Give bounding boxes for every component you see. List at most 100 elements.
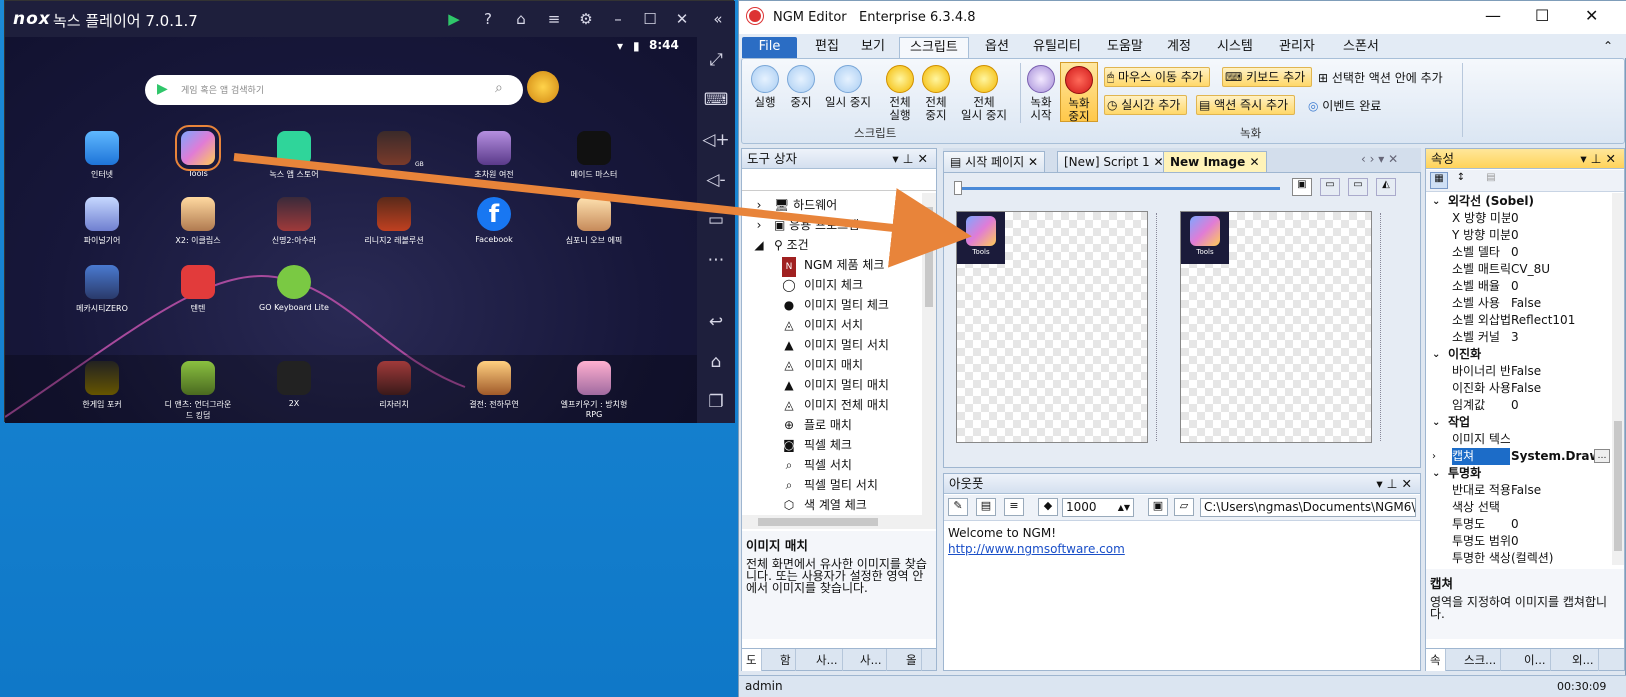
game-center-icon[interactable] xyxy=(527,71,559,103)
recent-apps-icon[interactable]: ❐ xyxy=(697,387,735,417)
dock-app[interactable]: 리자러치 xyxy=(357,361,431,410)
property-row[interactable]: 소벨 배율 0 xyxy=(1426,278,1612,295)
property-value[interactable]: CV_8U xyxy=(1511,261,1550,278)
app-search-bar[interactable]: ▶ 게임 혹은 앱 검색하기 ⌕ xyxy=(145,75,523,105)
spinner-arrows-icon[interactable]: ▲▼ xyxy=(1118,499,1130,516)
minimize-icon[interactable]: – xyxy=(607,9,629,29)
property-row[interactable]: Y 방향 미분 0 xyxy=(1426,227,1612,244)
interval-spinner[interactable]: 1000 ▲▼ xyxy=(1062,498,1134,517)
minimize-icon[interactable]: — xyxy=(1485,6,1501,25)
pause-button[interactable]: 일시 중지 xyxy=(820,65,876,109)
panel-controls[interactable]: ▾ ⊥ ✕ xyxy=(892,149,928,168)
toolbox-hscrollbar[interactable] xyxy=(742,515,936,529)
property-category[interactable]: ⌄ 투명화 xyxy=(1426,465,1612,482)
action-add-now-button[interactable]: ▤ 액션 즉시 추가 xyxy=(1196,95,1296,115)
tab-options[interactable]: 옵션 xyxy=(975,37,1019,58)
clear-icon[interactable]: ✎ xyxy=(948,498,968,516)
record-start-button[interactable]: 녹화 시작 xyxy=(1024,65,1058,122)
help-icon[interactable]: ? xyxy=(477,9,499,29)
tree-item[interactable]: ⬡ 색 계열 체크 xyxy=(782,495,867,513)
tab-user-functions[interactable]: 사... xyxy=(856,649,887,671)
expander-icon[interactable]: › xyxy=(1432,448,1436,465)
tab-toolbox[interactable]: 도 xyxy=(742,649,762,671)
screen-icon[interactable]: ▭ xyxy=(697,205,735,235)
tab-file[interactable]: File xyxy=(742,37,797,58)
property-row[interactable]: 소벨 외삽법 Reflect101 xyxy=(1426,312,1612,329)
close-icon[interactable]: ✕ xyxy=(671,9,693,29)
play-store-icon[interactable]: ▶ xyxy=(443,9,465,29)
property-value[interactable]: 0 xyxy=(1511,533,1519,550)
more-icon[interactable]: ⋯ xyxy=(697,245,735,275)
property-value[interactable]: 0 xyxy=(1511,278,1519,295)
expander-icon[interactable]: ⌄ xyxy=(1432,465,1440,482)
tab-utility[interactable]: 유틸리티 xyxy=(1023,37,1091,58)
collapse-icon[interactable]: « xyxy=(707,9,729,29)
app-shinmyung[interactable]: 신명2:아수라 xyxy=(257,197,331,246)
menu-icon[interactable]: ≡ xyxy=(543,9,565,29)
picture-icon[interactable]: ◭ xyxy=(1376,178,1396,196)
app-game-1[interactable]: GB xyxy=(357,131,431,169)
property-value[interactable]: 0 xyxy=(1511,227,1519,244)
fullscreen-icon[interactable]: ⤢ xyxy=(697,45,735,75)
capture-icon[interactable]: ▣ xyxy=(1292,178,1312,196)
tree-item[interactable]: ⊕ 플로 매치 xyxy=(782,415,852,435)
property-category[interactable]: ⌄ 작업 xyxy=(1426,414,1612,431)
gear-icon[interactable]: ⚙ xyxy=(575,9,597,29)
pause-all-button[interactable]: 전체 일시 중지 xyxy=(956,65,1012,122)
add-mouse-move-button[interactable]: 🖱 마우스 이동 추가 xyxy=(1104,67,1210,87)
source-image-canvas[interactable]: Tools xyxy=(956,211,1148,443)
skin-icon[interactable]: ⌂ xyxy=(510,9,532,29)
property-value[interactable]: False xyxy=(1511,363,1541,380)
app-final-gear[interactable]: 파이널기어 xyxy=(65,197,139,246)
close-icon[interactable]: ✕ xyxy=(1585,6,1598,25)
tab-images[interactable]: 이... xyxy=(1520,649,1551,671)
property-row[interactable]: › 캡쳐System.Drawing… xyxy=(1426,448,1612,465)
image-icon[interactable]: ▭ xyxy=(1348,178,1368,196)
tree-item[interactable]: ● 이미지 멀티 체크 xyxy=(782,295,889,315)
tree-item[interactable]: ⌕ 픽셀 서치 xyxy=(782,455,852,475)
tree-item[interactable]: ◬ 이미지 매치 xyxy=(782,355,863,375)
run-button[interactable]: 실행 xyxy=(748,65,782,109)
splitter[interactable] xyxy=(1380,213,1384,441)
app-x2[interactable]: X2: 이클립스 xyxy=(161,197,235,246)
property-value[interactable]: False xyxy=(1511,295,1541,312)
property-value[interactable]: 0 xyxy=(1511,397,1519,414)
tab-view[interactable]: 보기 xyxy=(851,37,895,58)
add-keyboard-button[interactable]: ⌨ 키보드 추가 xyxy=(1222,67,1313,87)
app-symphony[interactable]: 심포니 오브 에픽 xyxy=(557,197,631,246)
eraser-icon[interactable]: ◆ xyxy=(1038,498,1058,516)
tree-item[interactable]: ◯ 이미지 체크 xyxy=(782,275,863,295)
dock-app[interactable]: 2X xyxy=(257,361,331,408)
ribbon-collapse-icon[interactable]: ⌃ xyxy=(1603,39,1613,53)
tree-item[interactable]: N NGM 제품 체크 xyxy=(782,255,884,277)
splitter[interactable] xyxy=(1156,213,1160,441)
save-icon[interactable]: ▣ xyxy=(1148,498,1168,516)
dock-app[interactable]: 결전: 전하무연 xyxy=(457,361,531,410)
expander-icon[interactable]: ⌄ xyxy=(1432,193,1440,210)
back-icon[interactable]: ↩ xyxy=(697,307,735,337)
zoom-slider-thumb[interactable] xyxy=(954,181,962,195)
app-internet[interactable]: 인터넷 xyxy=(65,131,139,180)
property-row[interactable]: 투명한 색상 (컬렉션) xyxy=(1426,550,1612,565)
property-category[interactable]: ⌄ 이진화 xyxy=(1426,346,1612,363)
property-value[interactable]: 3 xyxy=(1511,329,1519,346)
volume-down-icon[interactable]: ◁- xyxy=(697,165,735,195)
tab-account[interactable]: 계정 xyxy=(1157,37,1201,58)
property-row[interactable]: 소벨 델타 0 xyxy=(1426,244,1612,261)
property-value[interactable]: (컬렉션) xyxy=(1511,550,1553,565)
tab-external[interactable]: 외... xyxy=(1568,649,1599,671)
view-icon[interactable]: ▭ xyxy=(1320,178,1340,196)
property-value[interactable]: False xyxy=(1511,380,1541,397)
tree-condition[interactable]: ◢ ⚲ 조건 xyxy=(752,235,808,255)
property-row[interactable]: 임계값 0 xyxy=(1426,397,1612,414)
folder-icon[interactable]: ▱ xyxy=(1174,498,1194,516)
expander-icon[interactable]: ⌄ xyxy=(1432,346,1440,363)
property-pages-icon[interactable]: ▤ xyxy=(1482,172,1500,189)
tab-scripts[interactable]: 스크... xyxy=(1460,649,1502,671)
dock-app[interactable]: 한게임 포커 xyxy=(65,361,139,410)
tab-other[interactable]: 올 xyxy=(902,649,922,671)
stop-all-button[interactable]: 전체 중지 xyxy=(920,65,952,122)
properties-scrollbar[interactable] xyxy=(1612,193,1624,565)
log-path-field[interactable]: C:\Users\ngmas\Documents\NGM6\ xyxy=(1200,498,1416,517)
ellipsis-button[interactable]: … xyxy=(1594,449,1610,463)
